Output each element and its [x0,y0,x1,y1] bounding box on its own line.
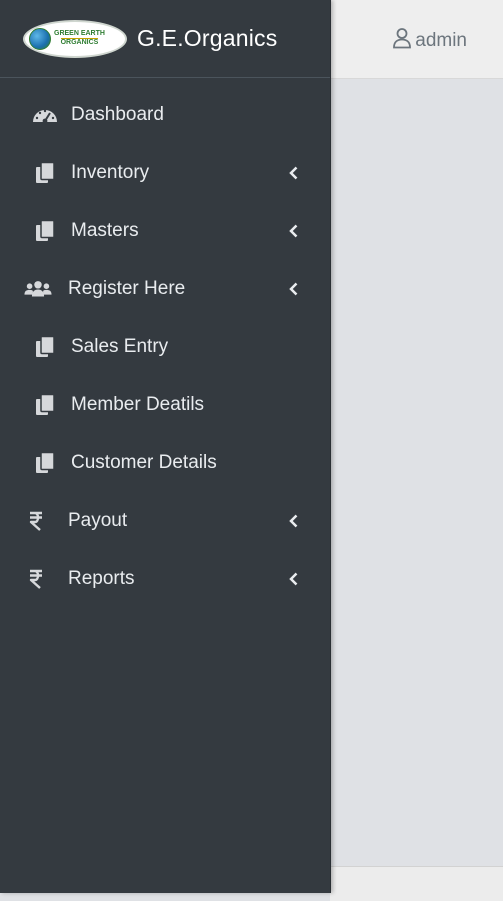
sidebar-item-masters[interactable]: Masters [0,202,330,260]
globe-icon [29,27,51,50]
sidebar-item-label: Dashboard [71,104,164,125]
sidebar-item-member-details[interactable]: Member Deatils [0,376,330,434]
rupee-icon [22,565,50,593]
user-name: admin [415,30,467,51]
sidebar-menu: Dashboard Inventory Masters Register Her… [0,78,330,608]
copy-icon [31,391,59,419]
tachometer-icon [31,101,59,129]
user-menu[interactable]: admin [392,27,467,55]
chevron-left-icon [286,571,300,587]
copy-icon [31,217,59,245]
copy-icon [31,159,59,187]
sidebar: GREEN EARTH ORGANICS G.E.Organics Dashbo… [0,0,331,893]
sidebar-item-label: Register Here [68,278,186,299]
sidebar-item-register-here[interactable]: Register Here [0,260,330,318]
sidebar-item-label: Customer Details [71,452,217,473]
logo-text-line1: GREEN EARTH [54,30,105,37]
sidebar-item-label: Inventory [71,162,150,183]
chevron-left-icon [286,513,300,529]
sidebar-item-label: Member Deatils [71,394,205,415]
sidebar-item-sales-entry[interactable]: Sales Entry [0,318,330,376]
sidebar-item-label: Masters [71,220,139,241]
top-navbar: admin [330,0,503,79]
chevron-left-icon [286,165,300,181]
sidebar-item-label: Reports [68,568,135,589]
brand-name: G.E.Organics [137,25,278,51]
brand-logo: GREEN EARTH ORGANICS [23,19,127,58]
sidebar-item-reports[interactable]: Reports [0,550,330,608]
user-icon [392,27,412,55]
sidebar-item-customer-details[interactable]: Customer Details [0,434,330,492]
copy-icon [31,449,59,477]
users-icon [24,275,52,303]
chevron-left-icon [286,223,300,239]
logo-text-line2: ORGANICS [60,38,99,46]
sidebar-item-payout[interactable]: Payout [0,492,330,550]
copy-icon [31,333,59,361]
chevron-left-icon [286,281,300,297]
sidebar-item-label: Sales Entry [71,336,169,357]
brand-link[interactable]: GREEN EARTH ORGANICS G.E.Organics [0,0,330,78]
rupee-icon [22,507,50,535]
page-footer [330,866,503,901]
sidebar-item-dashboard[interactable]: Dashboard [0,86,330,144]
sidebar-item-label: Payout [68,510,128,531]
sidebar-item-inventory[interactable]: Inventory [0,144,330,202]
main-content-area [330,79,503,865]
